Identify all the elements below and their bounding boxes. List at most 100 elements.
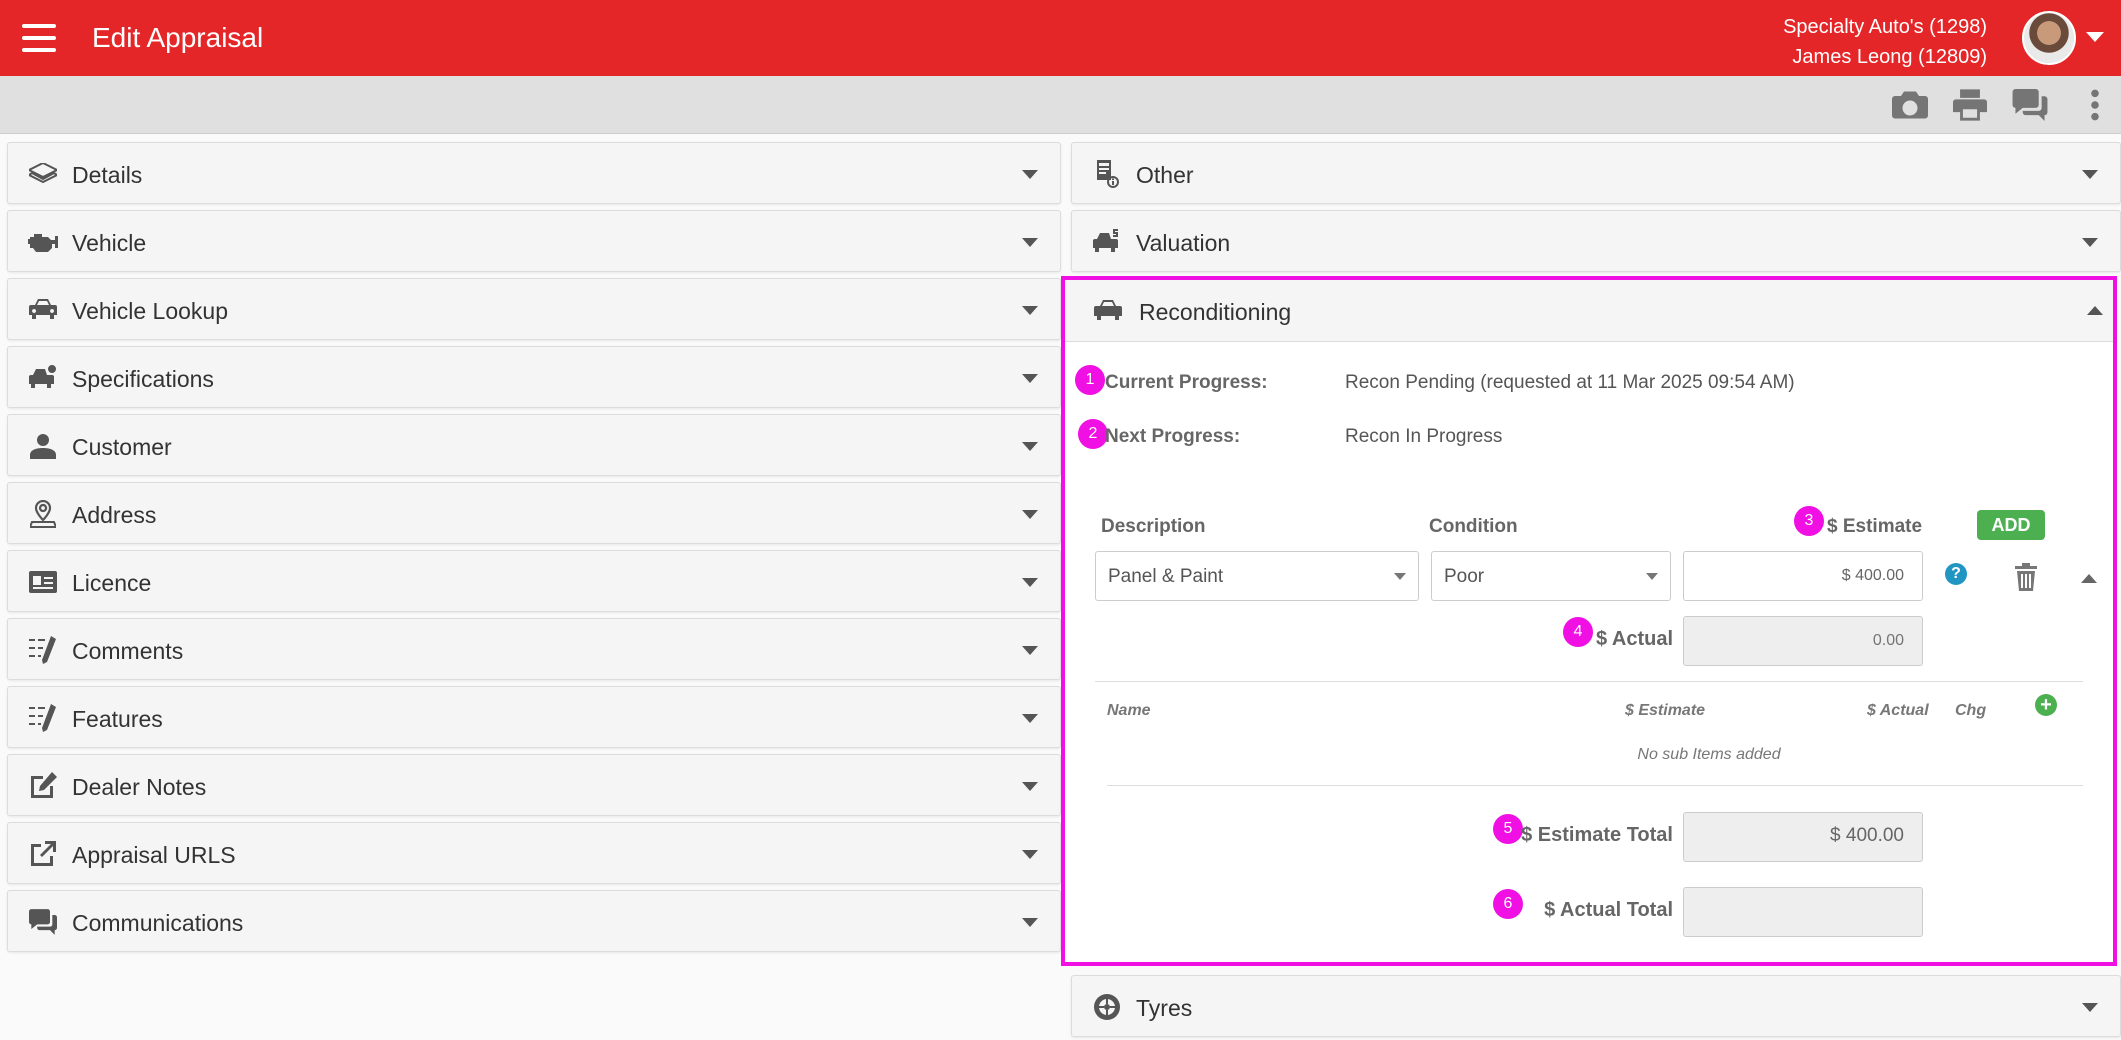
user-info[interactable]: Specialty Auto's (1298) James Leong (128…: [1783, 12, 1987, 72]
panel-valuation[interactable]: Valuation: [1071, 210, 2121, 272]
panel-customer[interactable]: Customer: [7, 414, 1061, 476]
panel-label: Address: [72, 502, 157, 528]
chevron-down-icon: [1022, 918, 1038, 927]
panel-comments[interactable]: Comments: [7, 618, 1061, 680]
column-description: Description: [1101, 516, 1206, 537]
checklist-pen-icon: [28, 635, 58, 665]
empty-subitems-text: No sub Items added: [1637, 746, 1781, 763]
panel-appraisal-urls[interactable]: Appraisal URLS: [7, 822, 1061, 884]
estimate-input[interactable]: [1683, 551, 1923, 601]
checklist-pen-icon: [28, 703, 58, 733]
panel-label: Appraisal URLS: [72, 842, 236, 868]
car-dollar-icon: [1092, 227, 1122, 257]
engine-icon: [28, 227, 58, 257]
marker-4: 4: [1563, 617, 1593, 647]
marker-1: 1: [1075, 365, 1105, 395]
subitem-col-actual: $ Actual: [1867, 702, 1929, 719]
chevron-up-icon[interactable]: [2087, 306, 2103, 315]
more-vert-icon[interactable]: [2077, 86, 2113, 124]
reconditioning-header[interactable]: Reconditioning: [1065, 280, 2113, 342]
description-value: Panel & Paint: [1108, 566, 1224, 587]
actual-total-label: $ Actual Total: [1544, 899, 1673, 921]
car-settings-icon: [28, 363, 58, 393]
chevron-down-icon: [1022, 782, 1038, 791]
add-button[interactable]: ADD: [1977, 510, 2045, 540]
panel-label: Details: [72, 162, 143, 188]
actual-label: $ Actual: [1595, 628, 1673, 650]
chat-icon[interactable]: [2010, 86, 2050, 124]
panel-label: Tyres: [1136, 995, 1193, 1021]
chevron-down-icon: [1022, 238, 1038, 247]
help-icon[interactable]: ?: [1945, 563, 1967, 585]
menu-icon[interactable]: [22, 24, 56, 52]
user-name: James Leong (12809): [1792, 46, 1987, 68]
panel-vehicle[interactable]: Vehicle: [7, 210, 1061, 272]
actual-input[interactable]: [1683, 616, 1923, 666]
external-link-icon: [28, 839, 58, 869]
actual-total-input: [1683, 887, 1923, 937]
panel-label: Licence: [72, 570, 152, 596]
panel-label: Other: [1136, 162, 1194, 188]
marker-2: 2: [1078, 419, 1108, 449]
chevron-down-icon: [1022, 306, 1038, 315]
edit-note-icon: [28, 771, 58, 801]
top-app-bar: Edit Appraisal Specialty Auto's (1298) J…: [0, 0, 2121, 76]
subitem-col-chg: Chg: [1955, 702, 1987, 719]
map-pin-icon: [28, 499, 58, 529]
panel-dealer-notes[interactable]: Dealer Notes: [7, 754, 1061, 816]
condition-select[interactable]: Poor: [1431, 551, 1671, 601]
panel-label: Customer: [72, 434, 172, 460]
subitem-col-name: Name: [1107, 702, 1151, 719]
camera-icon[interactable]: [1890, 86, 1930, 124]
chevron-down-icon: [2082, 238, 2098, 247]
panel-vehicle-lookup[interactable]: Vehicle Lookup: [7, 278, 1061, 340]
divider: [1095, 681, 2083, 682]
chevron-down-icon: [1022, 170, 1038, 179]
panel-specifications[interactable]: Specifications: [7, 346, 1061, 408]
panel-licence[interactable]: Licence: [7, 550, 1061, 612]
chevron-down-icon: [2082, 1003, 2098, 1012]
document-info-icon: [1092, 159, 1122, 189]
person-icon: [28, 431, 58, 461]
estimate-total-input: [1683, 812, 1923, 862]
add-subitem-icon[interactable]: +: [2035, 694, 2057, 716]
panel-other[interactable]: Other: [1071, 142, 2121, 204]
panel-label: Reconditioning: [1139, 299, 1292, 325]
trash-icon[interactable]: [2015, 563, 2041, 591]
description-select[interactable]: Panel & Paint: [1095, 551, 1419, 601]
condition-value: Poor: [1444, 566, 1485, 587]
panel-label: Specifications: [72, 366, 214, 392]
car-search-icon: [28, 295, 58, 325]
chevron-down-icon: [1022, 646, 1038, 655]
panel-label: Features: [72, 706, 163, 732]
chevron-down-icon: [1022, 510, 1038, 519]
page-title: Edit Appraisal: [92, 22, 264, 53]
chevron-down-icon: [1022, 714, 1038, 723]
chevron-down-icon: [1022, 442, 1038, 451]
estimate-total-label: $ Estimate Total: [1521, 824, 1673, 846]
panel-label: Comments: [72, 638, 184, 664]
dealer-name: Specialty Auto's (1298): [1783, 16, 1987, 38]
subitem-col-estimate: $ Estimate: [1625, 702, 1706, 719]
panel-address[interactable]: Address: [7, 482, 1061, 544]
chevron-down-icon: [1022, 374, 1038, 383]
panel-communications[interactable]: Communications: [7, 890, 1061, 952]
layers-icon: [28, 159, 58, 189]
car-icon: [1093, 296, 1123, 326]
divider: [1107, 785, 2083, 786]
panel-tyres[interactable]: Tyres: [1071, 975, 2121, 1037]
chevron-down-icon[interactable]: [2086, 32, 2104, 42]
marker-3: 3: [1794, 506, 1824, 536]
avatar[interactable]: [2022, 11, 2076, 65]
chevron-down-icon: [2082, 170, 2098, 179]
panel-features[interactable]: Features: [7, 686, 1061, 748]
chevron-up-icon[interactable]: [2081, 574, 2097, 583]
panel-details[interactable]: Details: [7, 142, 1061, 204]
column-estimate: $ Estimate: [1827, 516, 1923, 537]
chat-icon: [28, 907, 58, 937]
chevron-down-icon: [1646, 573, 1658, 580]
print-icon[interactable]: [1950, 86, 1990, 124]
chevron-down-icon: [1394, 573, 1406, 580]
panel-label: Valuation: [1136, 230, 1231, 256]
current-progress-value: Recon Pending (requested at 11 Mar 2025 …: [1345, 372, 1795, 393]
